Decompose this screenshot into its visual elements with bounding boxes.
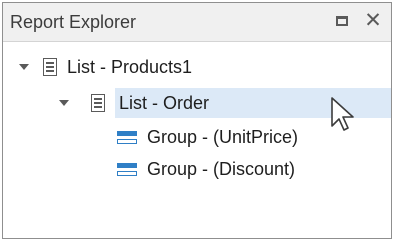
report-tree: List - Products1 List - Order Group - (U…: [3, 42, 391, 238]
tree-item-label: Group - (Discount): [147, 159, 296, 179]
tree-item-label: List - Products1: [67, 57, 193, 77]
tree-item-list-products1[interactable]: List - Products1: [3, 52, 391, 82]
close-icon[interactable]: ✕: [363, 9, 383, 33]
tree-item-label: List - Order: [119, 93, 210, 113]
tree-item-group-discount[interactable]: Group - (Discount): [3, 154, 391, 184]
panel-header: Report Explorer ✕: [3, 3, 391, 42]
expand-arrow-icon[interactable]: [19, 64, 29, 70]
mouse-cursor-icon: [331, 97, 354, 131]
group-icon: [117, 163, 137, 178]
expand-arrow-icon[interactable]: [59, 100, 69, 106]
panel-title: Report Explorer: [10, 12, 137, 32]
list-icon: [43, 58, 57, 76]
list-icon: [91, 94, 105, 112]
pin-icon[interactable]: [336, 16, 348, 26]
tree-item-label: Group - (UnitPrice): [147, 127, 299, 147]
group-icon: [117, 131, 137, 146]
